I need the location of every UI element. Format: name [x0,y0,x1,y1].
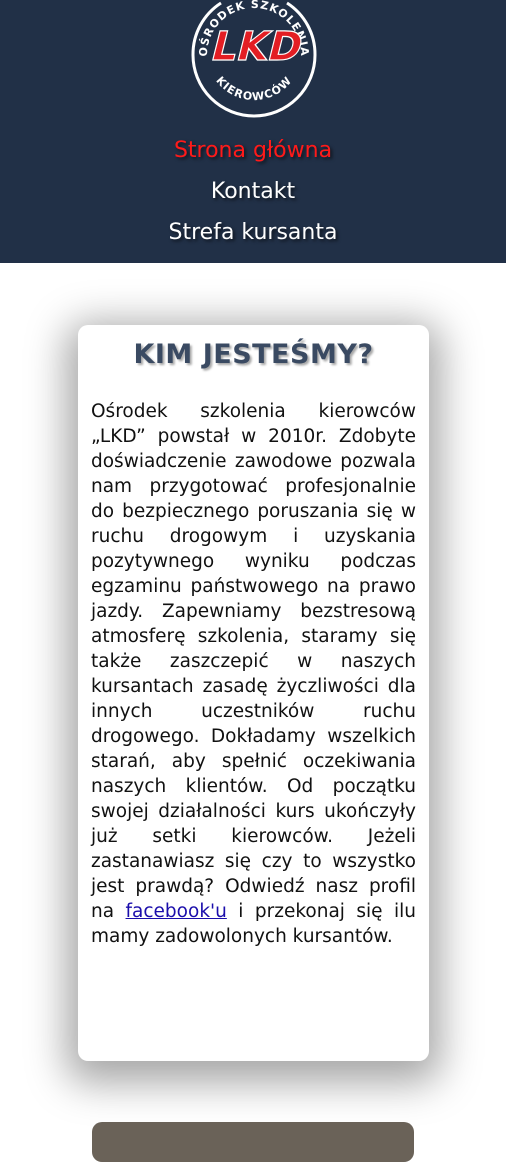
next-section-card [92,1122,414,1162]
site-header: OŚRODEK SZKOLENIA KIEROWCÓW LKD Strona g… [0,0,506,263]
facebook-link[interactable]: facebook'u [126,901,227,922]
about-card: KIM JESTEŚMY? Ośrodek szkolenia kierowcó… [78,325,429,1061]
about-text: Ośrodek szkolenia kierowców „LKD” powsta… [91,399,416,949]
logo-brand-text: LKD [207,23,308,70]
about-title: KIM JESTEŚMY? [133,339,374,370]
main-nav: Strona główna Kontakt Strefa kursanta [0,134,506,257]
nav-link-home[interactable]: Strona główna [0,134,506,175]
about-text-main: Ośrodek szkolenia kierowców „LKD” powsta… [91,401,416,922]
nav-link-contact[interactable]: Kontakt [0,175,506,216]
nav-link-student-zone[interactable]: Strefa kursanta [0,216,506,257]
lkd-logo[interactable]: OŚRODEK SZKOLENIA KIEROWCÓW LKD [181,0,327,128]
